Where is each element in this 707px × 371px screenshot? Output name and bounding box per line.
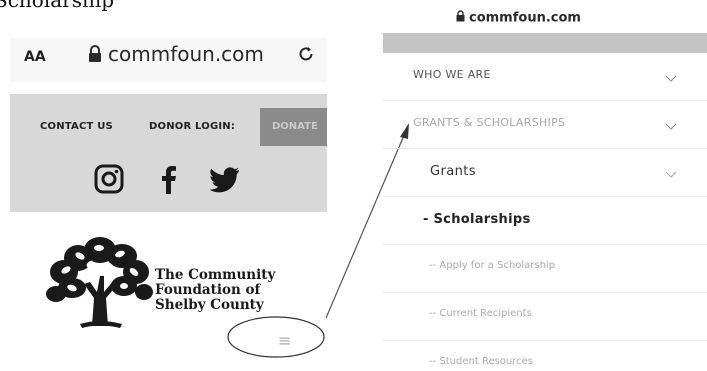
menu-item-scholarships[interactable]: - Scholarships [383,197,707,245]
highlight-ellipse [227,316,325,358]
header-strip [383,33,707,53]
right-url-bar[interactable]: commfoun.com [456,10,581,26]
chevron-down-icon[interactable] [665,116,677,135]
menu-item-label: Grants [430,164,476,179]
lock-icon [456,10,465,26]
menu-item-apply[interactable]: -- Apply for a Scholarship [383,245,707,293]
right-url-text: commfoun.com [469,10,581,26]
menu-item-label: - Scholarships [423,212,531,227]
menu-item-label: WHO WE ARE [413,68,491,81]
menu-item-label: GRANTS & SCHOLARSHIPS [413,116,566,129]
menu-item-current-recipients[interactable]: -- Current Recipients [383,293,707,341]
chevron-down-icon[interactable] [665,164,677,183]
chevron-down-icon[interactable] [665,68,677,87]
menu-item-who-we-are[interactable]: WHO WE ARE [383,53,707,101]
menu-item-label: -- Current Recipients [429,308,532,319]
menu-item-grants[interactable]: Grants [383,149,707,197]
menu-item-label: -- Student Resources [429,356,534,367]
menu-item-student-resources[interactable]: -- Student Resources [383,341,707,371]
menu-item-grants-scholarships[interactable]: GRANTS & SCHOLARSHIPS [383,101,707,149]
menu-item-label: -- Apply for a Scholarship [429,260,556,271]
